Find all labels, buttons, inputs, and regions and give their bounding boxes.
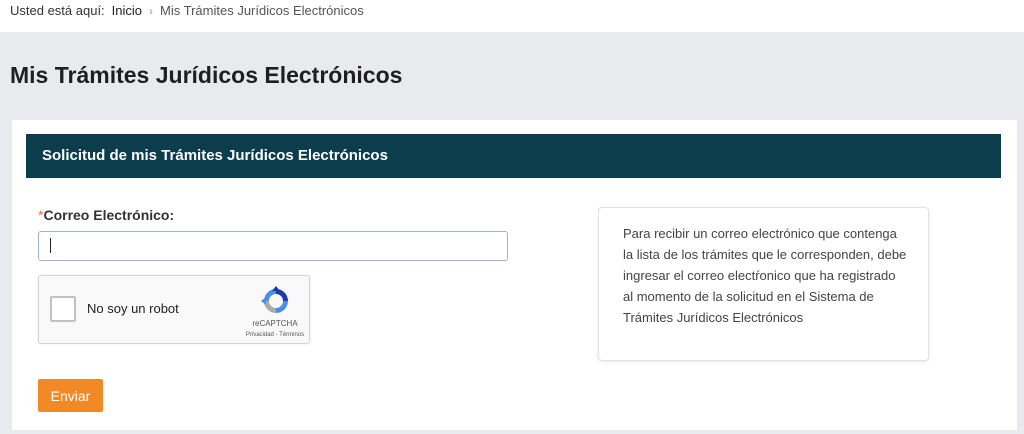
form-header: Solicitud de mis Trámites Jurídicos Elec… — [26, 134, 1001, 178]
page-title: Mis Trámites Jurídicos Electrónicos — [10, 62, 403, 88]
text-cursor — [50, 238, 51, 253]
recaptcha-label: No soy un robot — [87, 301, 179, 316]
breadcrumb-bar: Usted está aquí: Inicio › Mis Trámites J… — [0, 0, 1024, 32]
recaptcha-widget: No soy un robot reCAPTCHA Privacidad - T… — [38, 275, 310, 344]
breadcrumb-prefix: Usted está aquí: — [10, 3, 105, 18]
recaptcha-terms-link[interactable]: Privacidad - Términos — [239, 332, 311, 338]
info-box: Para recibir un correo electrónico que c… — [598, 207, 929, 361]
recaptcha-brand: reCAPTCHA — [252, 319, 298, 328]
email-label: *Correo Electrónico: — [38, 207, 174, 223]
breadcrumb-home-link[interactable]: Inicio — [112, 3, 142, 19]
submit-button[interactable]: Enviar — [38, 379, 103, 412]
breadcrumb-current: Mis Trámites Jurídicos Electrónicos — [160, 3, 364, 18]
email-field[interactable] — [38, 231, 508, 261]
info-text: Para recibir un correo electrónico que c… — [623, 226, 907, 325]
chevron-right-icon: › — [149, 4, 154, 18]
email-label-text: Correo Electrónico: — [43, 207, 175, 223]
form-card: Solicitud de mis Trámites Jurídicos Elec… — [12, 120, 1017, 430]
breadcrumb: Usted está aquí: Inicio › Mis Trámites J… — [10, 3, 364, 19]
recaptcha-logo-icon — [261, 286, 288, 313]
recaptcha-checkbox[interactable] — [50, 296, 76, 322]
